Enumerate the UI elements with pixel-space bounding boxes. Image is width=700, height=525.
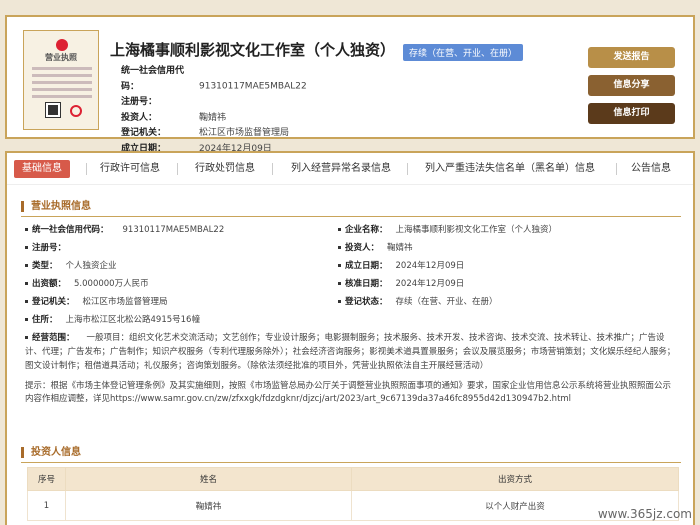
field-company-name: 企业名称： 上海橘事顺利影视文化工作室（个人独资） <box>338 224 557 236</box>
tab-abnormal-operation[interactable]: 列入经营异常名录信息 <box>291 160 391 178</box>
tab-divider <box>86 163 87 175</box>
header-info-reg-number: 注册号： <box>121 97 158 107</box>
tab-announcements[interactable]: 公告信息 <box>631 160 671 178</box>
field-investor: 投资人： 鞠婧祎 <box>338 242 413 254</box>
company-header-card: 营业执照 上海橘事顺利影视文化工作室（个人独资） 存续（在营、开业、在册） 统一… <box>5 15 695 154</box>
status-badge: 存续（在营、开业、在册） <box>403 44 524 61</box>
field-authority: 登记机关： 松江区市场监督管理局 <box>25 296 168 308</box>
field-established-date: 成立日期： 2024年12月09日 <box>338 260 464 272</box>
investor-section-title: 投资人信息 <box>21 447 81 458</box>
field-type: 类型： 个人独资企业 <box>25 260 117 272</box>
tab-divider <box>407 163 408 175</box>
field-address: 住所： 上海市松江区北松公路4915号16幢 <box>25 314 200 326</box>
cell-index: 1 <box>27 490 66 521</box>
table-header-row: 序号 姓名 出资方式 <box>27 467 679 491</box>
site-watermark: www.365jz.com <box>597 507 692 521</box>
cell-name: 鞠婧祎 <box>65 490 352 521</box>
national-emblem-icon <box>56 39 68 51</box>
print-info-button[interactable]: 信息打印 <box>588 103 675 124</box>
column-header-name: 姓名 <box>65 467 352 491</box>
field-reg-number: 注册号： <box>25 242 66 254</box>
header-info-investor: 投资人： 鞠婧祎 <box>121 112 227 123</box>
license-text-lines <box>32 67 92 102</box>
tab-divider <box>177 163 178 175</box>
business-license-thumbnail[interactable]: 营业执照 <box>23 30 99 130</box>
field-registration-status: 登记状态： 存续（在营、开业、在册） <box>338 296 498 308</box>
section-divider <box>21 216 681 217</box>
header-info-authority: 登记机关： 松江区市场监督管理局 <box>121 128 290 138</box>
tab-admin-penalty[interactable]: 行政处罚信息 <box>195 160 255 178</box>
investor-table: 序号 姓名 出资方式 1 鞠婧祎 以个人财产出资 <box>27 467 679 521</box>
field-capital: 出资额： 5.000000万人民币 <box>25 278 149 290</box>
field-credit-code: 统一社会信用代码： 91310117MAE5MBAL22 <box>25 224 224 236</box>
seal-icon <box>70 105 82 117</box>
company-name-title: 上海橘事顺利影视文化工作室（个人独资） <box>110 41 396 59</box>
main-info-panel: 基础信息 行政许可信息 行政处罚信息 列入经营异常名录信息 列入严重违法失信名单… <box>5 151 695 525</box>
send-report-button[interactable]: 发送报告 <box>588 47 675 68</box>
section-divider <box>21 462 681 463</box>
qr-code-icon <box>45 102 61 118</box>
share-info-button[interactable]: 信息分享 <box>588 75 675 96</box>
header-info-credit-code: 统一社会信用代码： 91310117MAE5MBAL22 <box>121 66 307 92</box>
tab-divider <box>616 163 617 175</box>
header-info-list: 统一社会信用代码： 91310117MAE5MBAL22 注册号： 投资人： 鞠婧祎… <box>121 64 307 157</box>
column-header-index: 序号 <box>27 467 66 491</box>
tab-divider <box>272 163 273 175</box>
tab-admin-license[interactable]: 行政许可信息 <box>100 160 160 178</box>
license-section-title: 营业执照信息 <box>21 201 91 212</box>
field-approval-date: 核准日期： 2024年12月09日 <box>338 278 464 290</box>
notice-text: 提示：根据《市场主体登记管理条例》及其实施细则，按照《市场监管总局办公厅关于调整… <box>25 381 672 404</box>
license-thumb-title: 营业执照 <box>45 53 77 62</box>
tab-blacklist[interactable]: 列入严重违法失信名单（黑名单）信息 <box>425 160 595 178</box>
column-header-contribution: 出资方式 <box>351 467 679 491</box>
table-row: 1 鞠婧祎 以个人财产出资 <box>27 490 679 521</box>
business-scope: 经营范围： 一般项目：组织文化艺术交流活动；文艺创作；专业设计服务；电影摄制服务；… <box>25 333 676 371</box>
tab-bar: 基础信息 行政许可信息 行政处罚信息 列入经营异常名录信息 列入严重违法失信名单… <box>7 153 693 185</box>
tab-basic-info[interactable]: 基础信息 <box>14 160 70 178</box>
